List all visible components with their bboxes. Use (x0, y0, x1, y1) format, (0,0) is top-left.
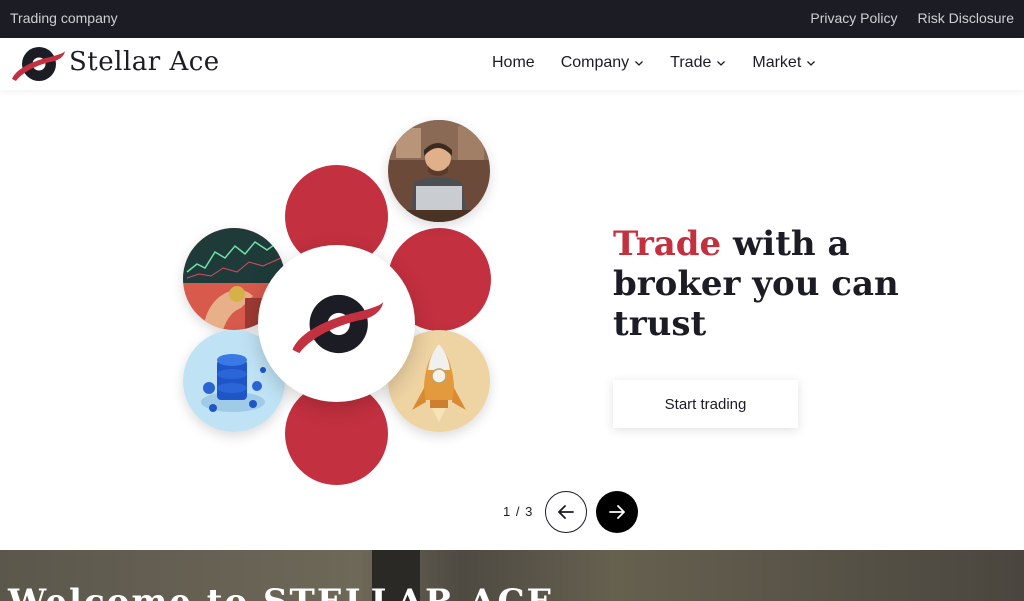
stellar-ace-logo-icon[interactable] (10, 43, 66, 85)
main-header: Stellar Ace Home Company Trade Market (0, 38, 1024, 90)
welcome-title: Welcome to STELLAR ACE (8, 582, 554, 601)
top-links: Privacy Policy Risk Disclosure (810, 10, 1014, 26)
nav-label: Trade (670, 54, 712, 71)
chevron-down-icon (807, 61, 816, 66)
chevron-down-icon (717, 61, 726, 66)
nav-label: Home (492, 54, 535, 71)
previous-slide-button[interactable] (545, 491, 587, 533)
nav-item-home[interactable]: Home (492, 54, 535, 72)
nav-item-market[interactable]: Market (752, 54, 816, 72)
trader-photo (388, 120, 490, 222)
next-slide-button[interactable] (596, 491, 638, 533)
arrow-right-icon (609, 505, 625, 519)
brand-name[interactable]: Stellar Ace (69, 47, 220, 77)
chevron-down-icon (635, 61, 644, 66)
hero-headline: Trade with a broker you can trust (613, 224, 943, 344)
stellar-ace-emblem-icon (291, 294, 383, 353)
headline-accent: Trade (613, 224, 722, 264)
nav-label: Company (560, 54, 630, 71)
privacy-policy-link[interactable]: Privacy Policy (810, 10, 897, 26)
trader-laptop-image (388, 120, 490, 222)
risk-disclosure-link[interactable]: Risk Disclosure (918, 10, 1014, 26)
hero-section: Trade with a broker you can trust Start … (0, 90, 1024, 550)
start-trading-button[interactable]: Start trading (613, 380, 798, 428)
arrow-left-icon (558, 505, 574, 519)
nav-item-company[interactable]: Company (561, 54, 644, 72)
top-bar: Trading company Privacy Policy Risk Disc… (0, 0, 1024, 38)
nav-label: Market (752, 54, 802, 71)
main-nav: Home Company Trade Market (492, 54, 816, 72)
nav-item-trade[interactable]: Trade (670, 54, 726, 72)
slide-counter: 1 / 3 (503, 504, 534, 519)
company-tagline: Trading company (10, 10, 118, 26)
welcome-section: Welcome to STELLAR ACE (0, 550, 1024, 601)
center-logo-disc (258, 245, 415, 402)
